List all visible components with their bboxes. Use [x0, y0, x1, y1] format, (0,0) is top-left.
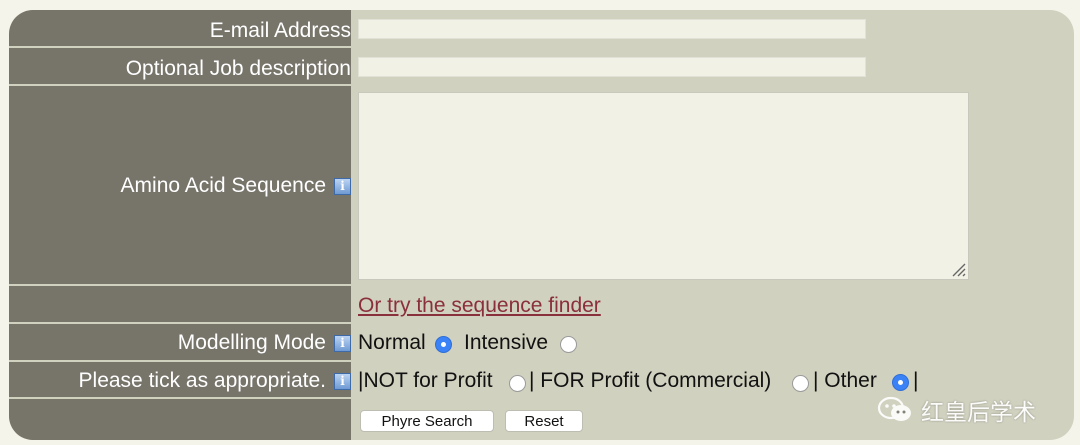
resize-handle-icon[interactable]: [950, 261, 966, 277]
modelling-mode-label: Modelling Mode i: [178, 331, 351, 355]
row-divider: [9, 84, 351, 86]
usage-for-profit-radio[interactable]: [792, 375, 809, 392]
usage-for-profit-label: | FOR Profit (Commercial): [529, 369, 772, 392]
info-icon[interactable]: i: [334, 372, 351, 390]
watermark-text: 红皇后学术: [921, 400, 1036, 426]
row-divider: [9, 322, 351, 324]
job-description-label: Optional Job description: [126, 57, 351, 81]
mode-intensive-radio[interactable]: [560, 336, 577, 353]
wechat-icon: [877, 396, 911, 421]
usage-not-for-profit-radio[interactable]: [509, 375, 526, 392]
row-divider: [9, 284, 351, 286]
sequence-label-text: Amino Acid Sequence: [120, 174, 326, 197]
mode-intensive-label: Intensive: [464, 331, 549, 354]
info-icon[interactable]: i: [334, 334, 351, 352]
reset-button[interactable]: Reset: [505, 410, 583, 432]
row-divider: [9, 397, 351, 399]
usage-other-radio[interactable]: [892, 374, 909, 391]
row-divider: [9, 46, 351, 48]
mode-normal-radio[interactable]: [435, 336, 452, 353]
wechat-watermark: 红皇后学术: [877, 393, 1036, 427]
usage-trailing-separator: |: [913, 369, 919, 392]
phyre-form-panel: E-mail Address Optional Job description …: [9, 10, 1074, 440]
job-description-field[interactable]: [358, 57, 866, 77]
email-label-text: E-mail Address: [209, 19, 351, 42]
job-description-label-text: Optional Job description: [125, 57, 351, 80]
modelling-mode-label-text: Modelling Mode: [177, 331, 326, 354]
usage-label: Please tick as appropriate. i: [79, 369, 351, 393]
row-divider: [9, 360, 351, 362]
usage-not-for-profit-label: |NOT for Profit: [358, 369, 493, 392]
sequence-textarea[interactable]: [358, 92, 969, 280]
sequence-label: Amino Acid Sequence i: [121, 174, 351, 198]
mode-normal-label: Normal: [358, 331, 426, 354]
phyre-search-button[interactable]: Phyre Search: [360, 410, 494, 432]
usage-label-text: Please tick as appropriate.: [78, 369, 326, 392]
usage-other-label: | Other: [813, 369, 877, 392]
info-icon[interactable]: i: [334, 177, 351, 195]
email-label: E-mail Address: [210, 19, 351, 43]
email-field[interactable]: [358, 19, 866, 39]
sequence-finder-link[interactable]: Or try the sequence finder: [358, 294, 601, 318]
